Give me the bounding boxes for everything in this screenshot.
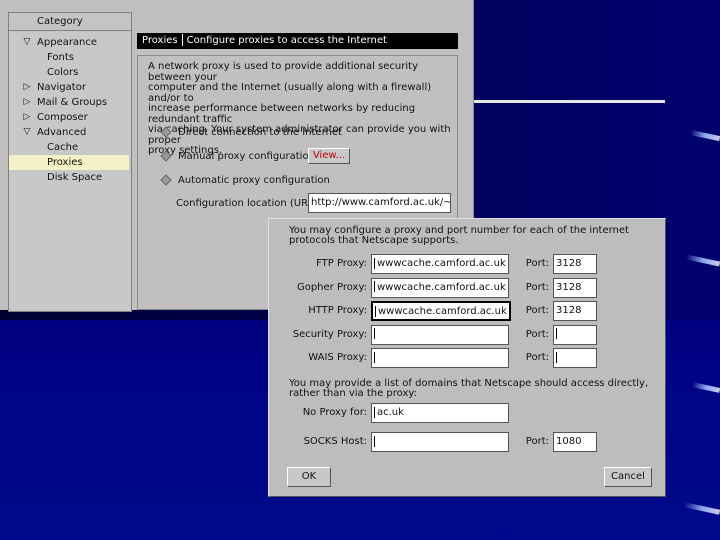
panel-title: Proxies: [142, 35, 178, 46]
ftp-proxy-host-value: wwwcache.camford.ac.uk: [377, 258, 506, 269]
title-separator: [181, 34, 183, 46]
radio-icon[interactable]: [160, 126, 172, 138]
ftp-proxy-host-input[interactable]: wwwcache.camford.ac.uk: [371, 254, 509, 274]
gopher-proxy-port-input[interactable]: 3128: [553, 277, 597, 298]
config-location-label: Configuration location (URL): [176, 198, 318, 209]
http-proxy-port-label: Port:: [525, 305, 549, 316]
cancel-button[interactable]: Cancel: [604, 467, 652, 487]
direct-connection-label: Direct connection to the Internet: [178, 127, 342, 138]
manual-proxy-option[interactable]: Manual proxy configuration: [160, 150, 315, 164]
text-cursor: [374, 351, 375, 363]
ftp-proxy-port-input[interactable]: 3128: [553, 254, 597, 274]
text-cursor: [374, 281, 375, 292]
socks-port-input[interactable]: 1080: [553, 432, 597, 452]
gopher-proxy-host-value: wwwcache.camford.ac.uk: [377, 281, 506, 293]
text-cursor: [375, 305, 376, 317]
tree-item-label: Disk Space: [47, 172, 103, 183]
tree-item-label: Cache: [47, 142, 79, 153]
security-proxy-host-input[interactable]: [371, 324, 509, 345]
tree-item-cache[interactable]: Cache: [9, 140, 129, 155]
category-panel: Category ▽ Appearance Fonts Colors ▷ Navigato…: [8, 12, 132, 312]
tree-item-colors[interactable]: Colors: [9, 65, 129, 80]
collapsed-twisty-icon[interactable]: ▷: [21, 95, 33, 110]
tree-item-label: Proxies: [47, 157, 83, 168]
socks-host-label: SOCKS Host:: [303, 436, 367, 447]
expanded-twisty-icon[interactable]: ▽: [21, 125, 33, 140]
security-proxy-port-label: Port:: [525, 328, 549, 340]
http-proxy-port-value: 3128: [556, 305, 582, 316]
panel-subtitle: Configure proxies to access the Internet: [186, 35, 387, 46]
http-proxy-port-input[interactable]: 3128: [553, 301, 597, 321]
gopher-proxy-port-label: Port:: [525, 281, 549, 293]
wais-proxy-label: WAIS Proxy:: [308, 352, 367, 363]
tree-item-proxies[interactable]: Proxies: [9, 155, 129, 170]
tree-item-appearance[interactable]: ▽ Appearance: [9, 35, 129, 50]
text-cursor: [374, 257, 375, 269]
collapsed-twisty-icon[interactable]: ▷: [21, 80, 33, 95]
manual-proxy-dialog: You may configure a proxy and port numbe…: [268, 218, 666, 497]
tree-item-disk-space[interactable]: Disk Space: [9, 170, 129, 185]
text-cursor: [374, 435, 375, 447]
tree-item-label: Mail & Groups: [37, 97, 108, 108]
wais-proxy-port-label: Port:: [525, 352, 549, 363]
no-proxy-value: ac.uk: [377, 407, 404, 418]
tree-item-label: Advanced: [37, 127, 87, 138]
radio-icon[interactable]: [160, 174, 172, 186]
ok-button[interactable]: OK: [287, 467, 331, 487]
ftp-proxy-port-label: Port:: [525, 258, 549, 269]
security-proxy-label: Security Proxy:: [292, 328, 367, 340]
socks-host-input[interactable]: [371, 432, 509, 452]
no-proxy-label: No Proxy for:: [302, 407, 367, 418]
http-proxy-host-value: wwwcache.camford.ac.uk: [378, 306, 507, 317]
tree-item-label: Fonts: [47, 52, 74, 63]
view-button[interactable]: View...: [308, 148, 350, 164]
text-cursor: [374, 406, 375, 418]
tree-item-navigator[interactable]: ▷ Navigator: [9, 80, 129, 95]
tree-item-composer[interactable]: ▷ Composer: [9, 110, 129, 125]
tree-item-label: Navigator: [37, 82, 86, 93]
http-proxy-label: HTTP Proxy:: [308, 305, 367, 316]
automatic-proxy-option[interactable]: Automatic proxy configuration: [160, 174, 330, 188]
config-location-input[interactable]: http://www.camford.ac.uk/~j.pac: [308, 193, 451, 213]
text-cursor: [556, 351, 557, 363]
text-cursor: [374, 328, 375, 339]
no-proxy-input[interactable]: ac.uk: [371, 403, 509, 423]
direct-connection-option[interactable]: Direct connection to the Internet: [160, 126, 342, 140]
gopher-proxy-host-input[interactable]: wwwcache.camford.ac.uk: [371, 277, 509, 298]
tree-item-label: Composer: [37, 112, 88, 123]
wais-proxy-host-input[interactable]: [371, 348, 509, 368]
panel-titlebar: Proxies Configure proxies to access the I…: [137, 33, 458, 49]
slide-divider-line: [473, 100, 665, 103]
ftp-proxy-label: FTP Proxy:: [316, 258, 367, 269]
socks-port-label: Port:: [525, 436, 549, 447]
category-header: Category: [9, 13, 131, 31]
wais-proxy-port-input[interactable]: [553, 348, 597, 368]
radio-icon[interactable]: [160, 150, 172, 162]
gopher-proxy-label: Gopher Proxy:: [296, 281, 367, 293]
tree-item-label: Colors: [47, 67, 79, 78]
proxy-description: A network proxy is used to provide addit…: [148, 61, 451, 156]
tree-item-mail-groups[interactable]: ▷ Mail & Groups: [9, 95, 129, 110]
text-cursor: [556, 328, 557, 339]
no-proxy-description: You may provide a list of domains that N…: [289, 378, 649, 399]
dialog-description: You may configure a proxy and port numbe…: [289, 225, 629, 246]
security-proxy-port-input[interactable]: [553, 324, 597, 345]
collapsed-twisty-icon[interactable]: ▷: [21, 110, 33, 125]
tree-item-label: Appearance: [37, 37, 98, 48]
tree-item-advanced[interactable]: ▽ Advanced: [9, 125, 129, 140]
expanded-twisty-icon[interactable]: ▽: [21, 35, 33, 50]
http-proxy-host-input[interactable]: wwwcache.camford.ac.uk: [371, 301, 511, 321]
ftp-proxy-port-value: 3128: [556, 258, 582, 269]
manual-proxy-label: Manual proxy configuration: [178, 151, 315, 162]
gopher-proxy-port-value: 3128: [556, 281, 582, 293]
automatic-proxy-label: Automatic proxy configuration: [178, 175, 330, 186]
tree-item-fonts[interactable]: Fonts: [9, 50, 129, 65]
